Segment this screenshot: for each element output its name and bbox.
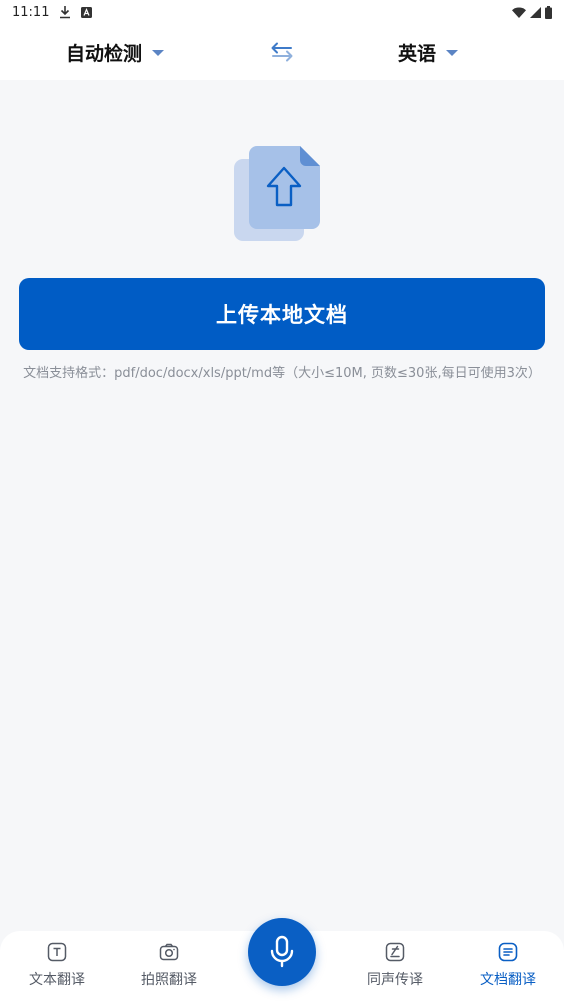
source-language-label: 自动检测	[66, 42, 143, 65]
tab-label: 拍照翻译	[141, 972, 197, 988]
tab-photo-translate[interactable]: 拍照翻译	[119, 941, 219, 997]
camera-icon	[158, 941, 180, 963]
microphone-button[interactable]	[248, 918, 316, 986]
target-language-label: 英语	[398, 42, 437, 65]
document-icon	[497, 941, 519, 963]
simultaneous-icon	[384, 941, 406, 963]
swap-languages-button[interactable]	[269, 39, 295, 65]
signal-icon	[530, 6, 541, 18]
tab-text-translate[interactable]: 文本翻译	[7, 941, 107, 997]
battery-icon	[545, 5, 552, 19]
chevron-down-icon	[152, 50, 165, 56]
target-language-selector[interactable]: 英语	[398, 36, 459, 68]
upload-local-document-button[interactable]: 上传本地文档	[19, 278, 545, 350]
text-translate-icon	[46, 941, 68, 963]
a-notification-icon	[81, 6, 93, 18]
status-right	[512, 5, 552, 19]
tab-label: 文档翻译	[480, 972, 536, 988]
microphone-icon	[270, 935, 294, 968]
status-time: 11:11	[12, 4, 50, 20]
status-bar: 11:11	[0, 0, 564, 24]
language-bar: 自动检测 英语	[0, 24, 564, 80]
tab-simultaneous-interpretation[interactable]: 同声传译	[345, 941, 445, 997]
tab-document-translate[interactable]: 文档翻译	[458, 941, 558, 997]
wifi-icon	[512, 7, 526, 18]
upload-document-icon	[232, 143, 324, 243]
swap-icon	[271, 42, 293, 62]
tab-label: 文本翻译	[29, 972, 85, 988]
chevron-down-icon	[446, 50, 459, 56]
status-left: 11:11	[12, 4, 93, 20]
source-language-selector[interactable]: 自动检测	[66, 36, 165, 68]
download-icon	[59, 5, 71, 19]
supported-formats-hint: 文档支持格式：pdf/doc/docx/xls/ppt/md等（大小≤10M, …	[23, 366, 541, 381]
tab-label: 同声传译	[367, 972, 423, 988]
